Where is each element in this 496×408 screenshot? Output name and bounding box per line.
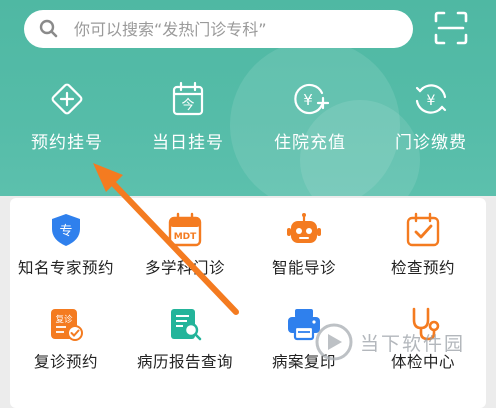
service-label: 检查预约: [390, 259, 455, 277]
watermark-text: 当下软件园: [360, 332, 466, 355]
quick-inpatient-topup[interactable]: ¥ 住院充值: [255, 80, 365, 153]
yen-plus-icon: ¥: [294, 83, 329, 115]
service-label: 智能导诊: [271, 259, 336, 277]
quick-label: 门诊缴费: [395, 133, 467, 153]
services-card: 专 知名专家预约 MDT 多学科门诊 智能导诊 检查预约 复诊 复诊预约 病历报…: [10, 198, 486, 408]
header-banner: 预约挂号 今 当日挂号 ¥ 住院充值 ¥ 门诊缴费: [0, 0, 496, 196]
svg-text:专: 专: [59, 224, 72, 239]
revisit-doc-icon: 复诊: [51, 309, 83, 341]
svg-text:¥: ¥: [427, 93, 436, 109]
service-label: 复诊预约: [33, 353, 98, 371]
service-smart-triage[interactable]: 智能导诊: [248, 212, 360, 278]
svg-text:MDT: MDT: [174, 232, 197, 242]
svg-text:今: 今: [181, 97, 194, 113]
svg-text:复诊: 复诊: [55, 314, 73, 325]
scan-icon[interactable]: [434, 11, 468, 45]
service-exam-appointment[interactable]: 检查预约: [367, 212, 479, 278]
quick-appointment[interactable]: 预约挂号: [12, 80, 122, 153]
search-bar[interactable]: [24, 10, 413, 48]
calendar-check-icon: [406, 212, 440, 247]
report-search-icon: [171, 309, 202, 341]
quick-label: 住院充值: [274, 133, 346, 153]
diamond-plus-icon: [51, 83, 83, 115]
mdt-calendar-icon: MDT: [168, 212, 202, 247]
service-label: 知名专家预约: [17, 259, 114, 277]
robot-icon: [287, 213, 321, 243]
quick-outpatient-payment[interactable]: ¥ 门诊缴费: [376, 80, 486, 153]
shield-expert-icon: 专: [52, 214, 80, 246]
watermark: 当下软件园: [314, 322, 465, 362]
quick-label: 预约挂号: [31, 133, 103, 153]
watermark-logo-icon: [315, 323, 353, 361]
service-revisit-appointment[interactable]: 复诊 复诊预约: [10, 306, 122, 372]
yen-refresh-icon: ¥: [415, 84, 447, 114]
service-label: 病历报告查询: [136, 353, 233, 371]
service-multidisciplinary[interactable]: MDT 多学科门诊: [129, 212, 241, 278]
calendar-today-icon: 今: [172, 81, 204, 116]
service-label: 多学科门诊: [144, 259, 225, 277]
quick-label: 当日挂号: [152, 133, 224, 153]
quick-same-day[interactable]: 今 当日挂号: [133, 80, 243, 153]
search-input[interactable]: [72, 18, 406, 40]
service-report-query[interactable]: 病历报告查询: [129, 306, 241, 372]
search-icon: [39, 19, 58, 38]
svg-text:¥: ¥: [303, 91, 313, 109]
service-expert-appointment[interactable]: 专 知名专家预约: [10, 212, 122, 278]
